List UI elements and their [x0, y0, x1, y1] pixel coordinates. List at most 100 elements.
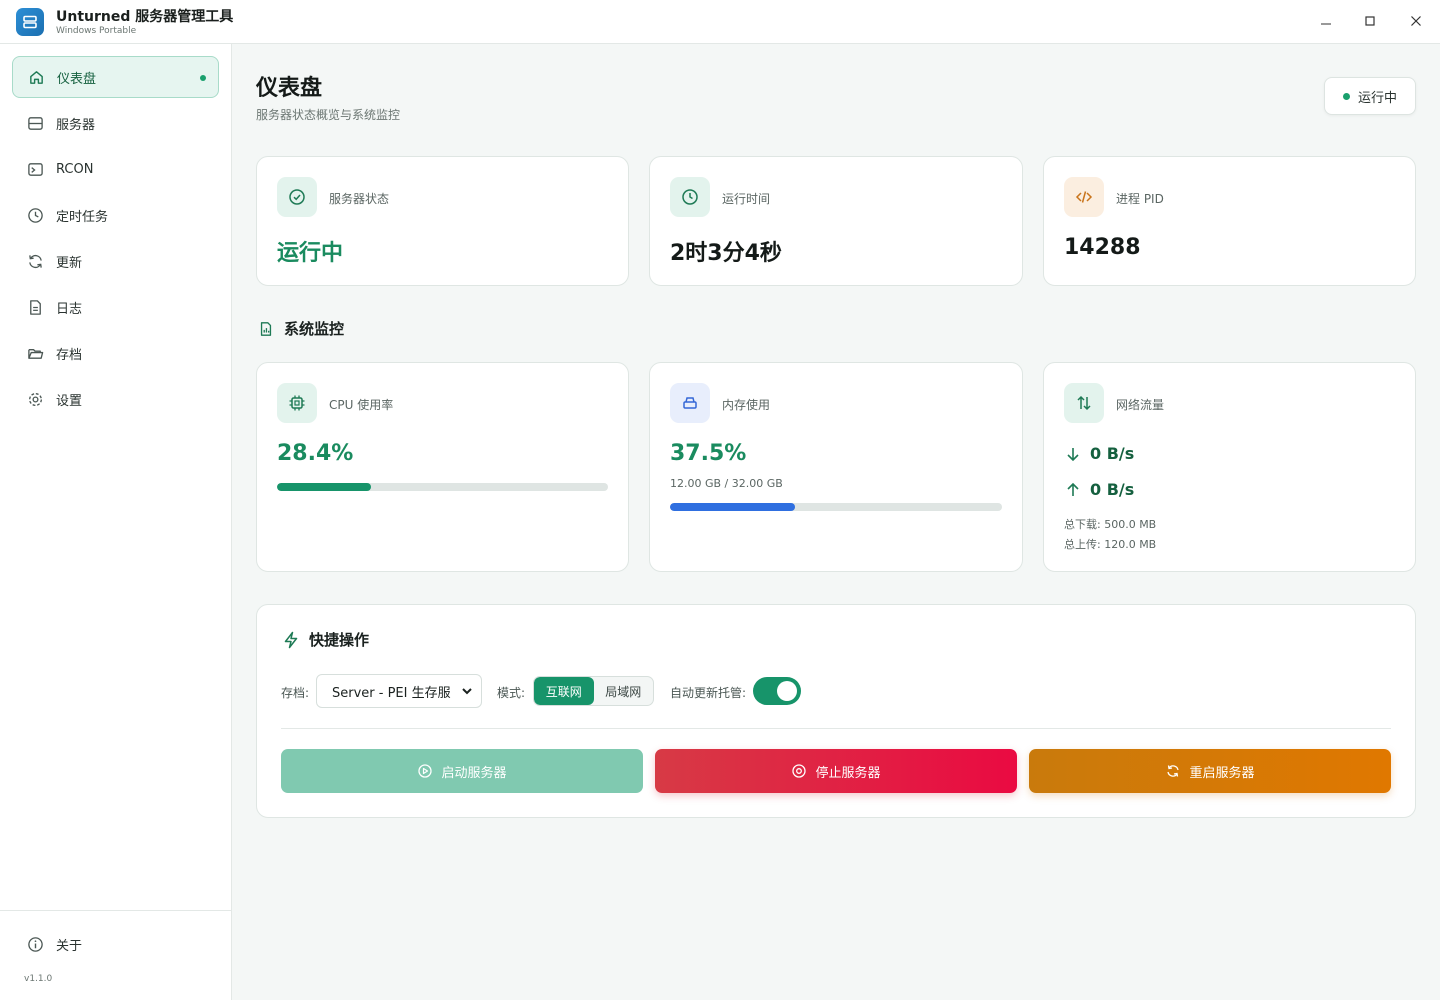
lightning-icon: [281, 630, 301, 650]
mode-label: 模式:: [497, 686, 526, 700]
sidebar-item-scheduled-tasks[interactable]: 定时任务: [12, 194, 219, 236]
sidebar-item-logs[interactable]: 日志: [12, 286, 219, 328]
card-label: 运行时间: [722, 192, 771, 206]
sidebar-item-settings[interactable]: 设置: [12, 378, 219, 420]
sidebar-item-dashboard[interactable]: 仪表盘: [12, 56, 219, 98]
total-upload: 总上传: 120.0 MB: [1064, 538, 1157, 551]
server-status-card: 服务器状态 运行中: [256, 156, 629, 286]
sidebar-item-label: 更新: [56, 255, 83, 271]
system-monitor-heading: 系统监控: [256, 318, 344, 339]
button-label: 启动服务器: [441, 765, 507, 781]
gear-icon: [26, 390, 44, 408]
card-label: 网络流量: [1116, 398, 1165, 412]
clock-icon: [26, 206, 44, 224]
file-icon: [26, 298, 44, 316]
uptime-value: 2时3分4秒: [670, 241, 782, 266]
stop-circle-icon: [791, 763, 807, 779]
memory-usage-value: 37.5%: [670, 441, 747, 466]
sidebar-item-label: 存档: [56, 347, 83, 363]
card-label: 进程 PID: [1116, 192, 1164, 206]
status-badge-label: 运行中: [1357, 90, 1397, 106]
section-title-text: 快捷操作: [309, 631, 370, 649]
save-select-value: Server - PEI 生存服: [332, 685, 451, 701]
sidebar-item-update[interactable]: 更新: [12, 240, 219, 282]
info-icon: [26, 935, 44, 953]
toggle-knob: [777, 681, 797, 701]
auto-update-toggle[interactable]: [753, 677, 801, 705]
sidebar: 仪表盘 服务器 RCON 定时任务 更新 日志 存档 设置 关于 v1.1.0: [0, 44, 232, 1000]
home-icon: [27, 68, 45, 86]
mode-segmented-control: 互联网 局域网: [533, 676, 654, 706]
section-title-text: 系统监控: [284, 320, 345, 338]
sidebar-item-label: RCON: [56, 161, 94, 177]
sidebar-item-label: 日志: [56, 301, 83, 317]
sidebar-item-label: 关于: [56, 938, 83, 954]
folder-icon: [26, 344, 44, 362]
app-subtitle: Windows Portable: [56, 26, 137, 36]
refresh-icon: [1165, 763, 1181, 779]
memory-icon: [670, 383, 710, 423]
sidebar-item-rcon[interactable]: RCON: [12, 148, 219, 190]
mode-option-internet[interactable]: 互联网: [534, 677, 594, 705]
chart-file-icon: [256, 319, 276, 339]
network-traffic-card: 网络流量 0 B/s 0 B/s 总下载: 500.0 MB 总上传: 120.…: [1043, 362, 1416, 572]
clock-icon: [670, 177, 710, 217]
minimize-button[interactable]: [1315, 10, 1337, 32]
cpu-progress-fill: [277, 483, 371, 491]
button-label: 停止服务器: [815, 765, 881, 781]
cpu-usage-card: CPU 使用率 28.4%: [256, 362, 629, 572]
sidebar-item-label: 服务器: [56, 117, 96, 133]
quick-actions-divider: [281, 728, 1391, 729]
play-circle-icon: [417, 763, 433, 779]
close-button[interactable]: [1405, 10, 1427, 32]
sidebar-item-label: 定时任务: [56, 209, 109, 225]
page-subtitle: 服务器状态概览与系统监控: [256, 108, 401, 122]
server-status-value: 运行中: [277, 241, 344, 266]
sidebar-divider: [0, 910, 231, 911]
sidebar-item-saves[interactable]: 存档: [12, 332, 219, 374]
check-circle-icon: [277, 177, 317, 217]
app-title: Unturned 服务器管理工具: [56, 9, 234, 25]
chevron-down-icon: [461, 685, 473, 701]
total-download: 总下载: 500.0 MB: [1064, 518, 1157, 531]
cpu-usage-value: 28.4%: [277, 441, 354, 466]
save-select[interactable]: Server - PEI 生存服: [316, 674, 482, 708]
memory-detail: 12.00 GB / 32.00 GB: [670, 477, 783, 490]
sidebar-item-label: 设置: [56, 393, 83, 409]
stop-server-button[interactable]: 停止服务器: [655, 749, 1017, 793]
download-rate-value: 0 B/s: [1090, 444, 1135, 463]
title-bar: Unturned 服务器管理工具 Windows Portable: [0, 0, 1440, 44]
upload-rate-row: 0 B/s: [1064, 480, 1134, 499]
sidebar-item-about[interactable]: 关于: [12, 923, 219, 965]
cpu-icon: [277, 383, 317, 423]
server-status-badge: 运行中: [1324, 77, 1416, 115]
upload-rate-value: 0 B/s: [1090, 480, 1135, 499]
app-logo-icon: [16, 8, 44, 36]
memory-progress-bar: [670, 503, 1002, 511]
restart-server-button[interactable]: 重启服务器: [1029, 749, 1391, 793]
maximize-button[interactable]: [1359, 10, 1381, 32]
save-label: 存档:: [281, 686, 310, 700]
mode-option-lan[interactable]: 局域网: [594, 677, 654, 705]
pid-value: 14288: [1064, 235, 1141, 260]
status-dot: [1342, 92, 1350, 100]
refresh-icon: [26, 252, 44, 270]
memory-usage-card: 内存使用 37.5% 12.00 GB / 32.00 GB: [649, 362, 1023, 572]
transfer-arrows-icon: [1064, 383, 1104, 423]
start-server-button[interactable]: 启动服务器: [281, 749, 643, 793]
sidebar-item-server[interactable]: 服务器: [12, 102, 219, 144]
page-title: 仪表盘: [256, 76, 323, 101]
memory-progress-fill: [670, 503, 795, 511]
uptime-card: 运行时间 2时3分4秒: [649, 156, 1023, 286]
card-label: 内存使用: [722, 398, 771, 412]
cpu-progress-bar: [277, 483, 608, 491]
card-label: 服务器状态: [329, 192, 390, 206]
button-label: 重启服务器: [1189, 765, 1255, 781]
terminal-icon: [26, 160, 44, 178]
version-label: v1.1.0: [24, 974, 53, 984]
server-icon: [26, 114, 44, 132]
quick-actions-panel: 快捷操作 存档: Server - PEI 生存服 模式: 互联网 局域网 自动…: [256, 604, 1416, 818]
auto-update-label: 自动更新托管:: [670, 686, 747, 700]
card-label: CPU 使用率: [329, 398, 394, 412]
process-pid-card: 进程 PID 14288: [1043, 156, 1416, 286]
